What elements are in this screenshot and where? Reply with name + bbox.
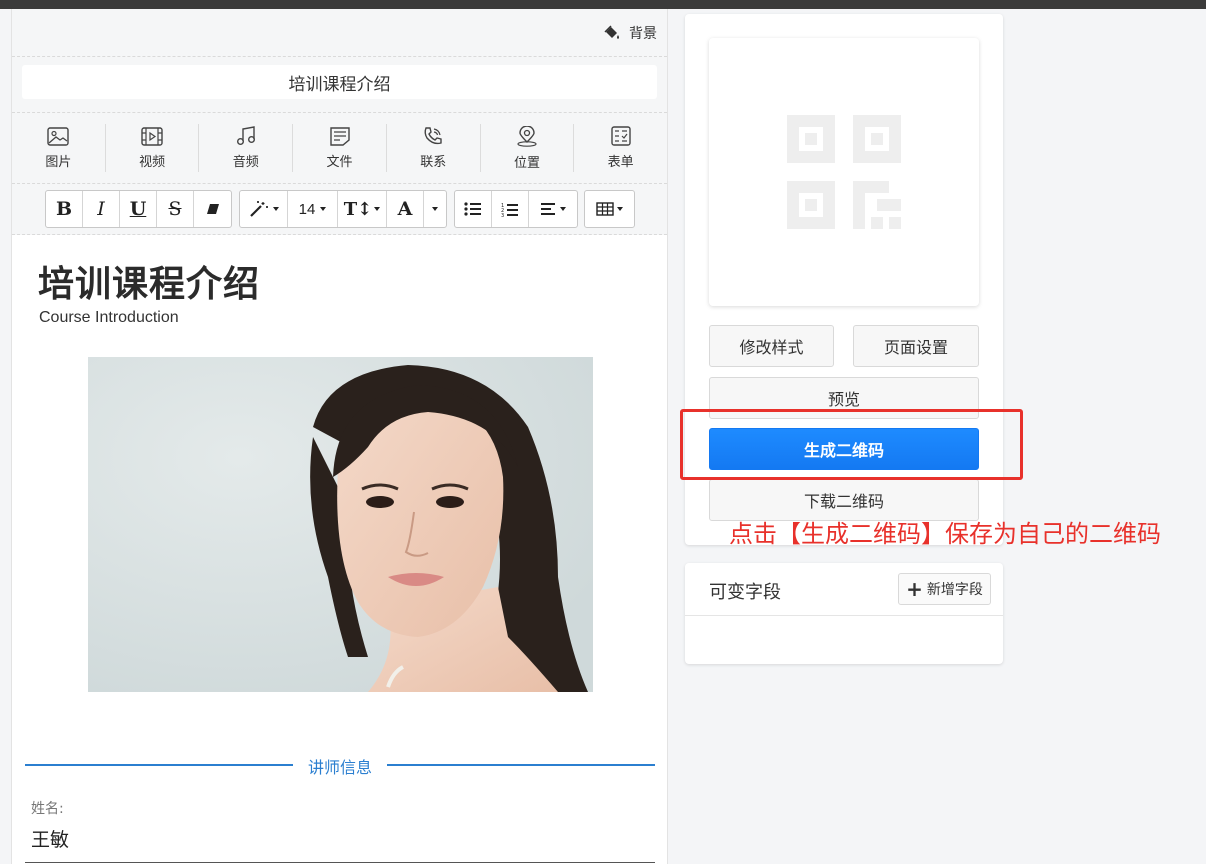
form-icon <box>610 126 631 146</box>
preview-button[interactable]: 预览 <box>709 377 979 419</box>
paragraph-group: 123 <box>454 190 578 228</box>
name-field-label: 姓名: <box>31 801 64 817</box>
add-field-label: 新增字段 <box>926 582 983 598</box>
phone-icon <box>424 127 442 145</box>
font-color-button[interactable]: A <box>387 191 424 227</box>
editor-panel: 背景 培训课程介绍 图片 视频 音频 文件 联系 位置 表单 B I U S 1… <box>11 9 668 864</box>
tool-file[interactable]: 文件 <box>293 124 387 172</box>
font-size-value: 14 <box>298 200 316 218</box>
magic-wand-button[interactable] <box>240 191 288 227</box>
image-icon <box>47 126 70 146</box>
italic-button[interactable]: I <box>83 191 120 227</box>
field-underline <box>25 862 655 863</box>
tool-label: 联系 <box>420 155 447 170</box>
bold-button[interactable]: B <box>46 191 83 227</box>
table-button[interactable] <box>585 191 634 227</box>
variable-fields-title: 可变字段 <box>709 582 781 603</box>
tool-image[interactable]: 图片 <box>12 124 106 172</box>
tool-label: 视频 <box>139 154 166 170</box>
table-icon <box>596 202 614 216</box>
section-title: 讲师信息 <box>307 758 372 777</box>
generate-qr-button[interactable]: 生成二维码 <box>709 428 979 470</box>
tool-label: 文件 <box>326 154 353 170</box>
bullet-list-icon <box>464 202 481 216</box>
align-button[interactable] <box>529 191 577 227</box>
page-heading: 培训课程介绍 <box>38 264 261 305</box>
title-row: 培训课程介绍 <box>12 57 667 113</box>
add-field-button[interactable]: + 新增字段 <box>898 573 991 605</box>
tool-audio[interactable]: 音频 <box>199 124 294 172</box>
underline-button[interactable]: U <box>120 191 157 227</box>
table-group <box>584 190 635 228</box>
variable-fields-header: 可变字段 + 新增字段 <box>685 563 1003 616</box>
paint-bucket-icon[interactable] <box>603 24 621 41</box>
section-divider: 讲师信息 <box>25 753 655 777</box>
insert-toolbar: 图片 视频 音频 文件 联系 位置 表单 <box>12 113 667 184</box>
name-field-value[interactable]: 王敏 <box>31 825 69 852</box>
text-size-button[interactable]: T↕ <box>338 191 387 227</box>
font-size-select[interactable]: 14 <box>288 191 338 227</box>
text-style-group: B I U S <box>45 190 232 228</box>
qr-preview <box>709 38 979 306</box>
modify-style-button[interactable]: 修改样式 <box>709 325 834 367</box>
annotation-text: 点击【生成二维码】保存为自己的二维码 <box>729 520 1161 548</box>
background-button[interactable]: 背景 <box>629 23 657 43</box>
numbered-list-icon: 123 <box>501 203 518 217</box>
tool-label: 图片 <box>45 154 72 170</box>
video-icon <box>141 126 163 146</box>
tool-label: 位置 <box>513 155 540 171</box>
title-input[interactable]: 培训课程介绍 <box>22 65 657 99</box>
eraser-icon <box>206 204 219 214</box>
page-settings-button[interactable]: 页面设置 <box>853 325 979 367</box>
tool-contact[interactable]: 联系 <box>387 124 481 172</box>
align-left-icon <box>541 203 555 215</box>
location-icon <box>517 125 537 147</box>
format-toolbar: B I U S 14 T↕ A 123 <box>12 184 667 235</box>
background-row: 背景 <box>12 9 667 57</box>
tool-label: 表单 <box>607 155 634 170</box>
magic-wand-icon <box>249 201 268 217</box>
bullet-list-button[interactable] <box>455 191 492 227</box>
tool-form[interactable]: 表单 <box>574 124 667 172</box>
tool-location[interactable]: 位置 <box>481 124 575 172</box>
svg-text:3: 3 <box>501 213 504 217</box>
font-group: 14 T↕ A <box>239 190 447 228</box>
tool-label: 音频 <box>232 155 259 170</box>
plus-icon: + <box>906 577 923 601</box>
clear-format-button[interactable] <box>194 191 231 227</box>
variable-fields-panel: 可变字段 + 新增字段 <box>685 563 1003 664</box>
tool-video[interactable]: 视频 <box>106 124 200 172</box>
music-icon <box>236 126 255 145</box>
top-bar <box>0 0 1206 9</box>
page-subtitle: Course Introduction <box>39 309 179 326</box>
strikethrough-button[interactable]: S <box>157 191 194 227</box>
qr-placeholder-icon <box>787 115 901 229</box>
text-size-label: T↕ <box>343 198 373 220</box>
numbered-list-button[interactable]: 123 <box>492 191 529 227</box>
font-color-dropdown[interactable] <box>424 191 446 227</box>
qr-panel: 修改样式 页面设置 预览 生成二维码 下载二维码 <box>685 14 1003 545</box>
portrait-photo[interactable] <box>88 357 593 692</box>
file-icon <box>329 126 350 146</box>
